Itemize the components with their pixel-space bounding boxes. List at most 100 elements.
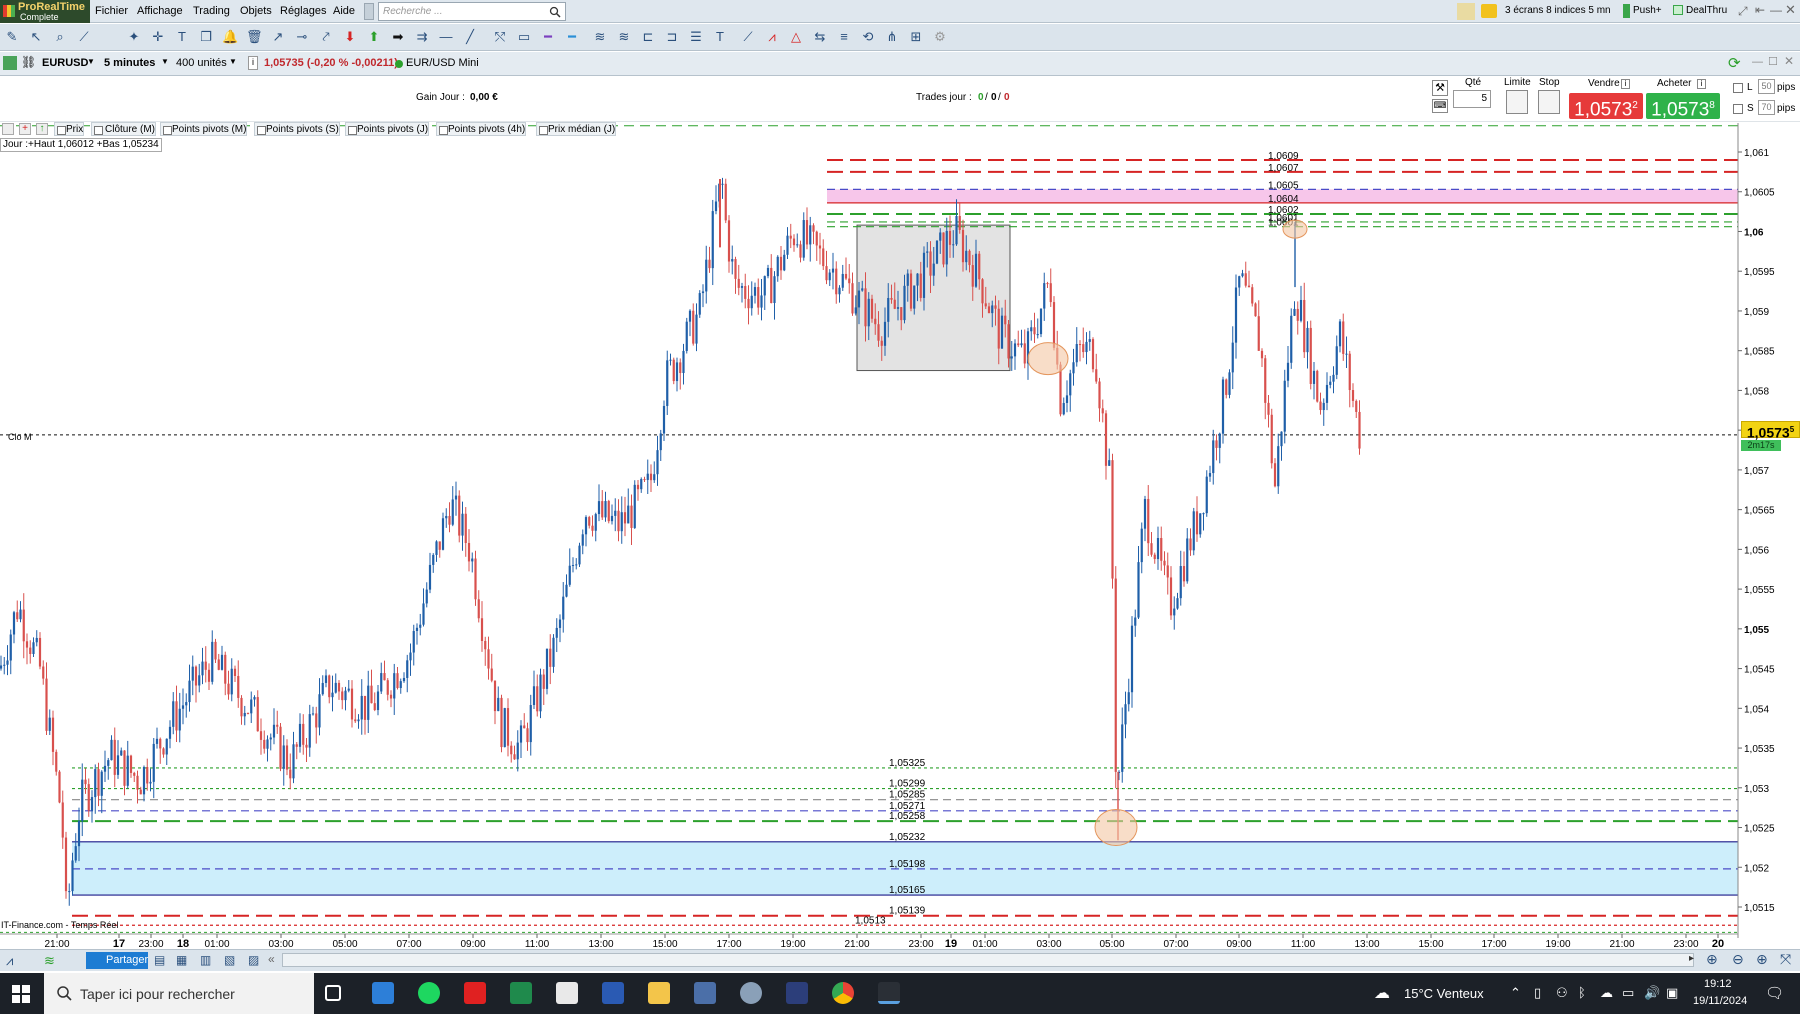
blue-line-icon[interactable]: ━ bbox=[564, 29, 580, 45]
keypad-icon[interactable]: ⌨ bbox=[1432, 99, 1448, 113]
share-button[interactable]: Partager bbox=[86, 952, 148, 969]
bell-icon[interactable]: 🔔 bbox=[222, 29, 238, 45]
qty-input[interactable]: 5 bbox=[1453, 90, 1491, 108]
legend-add-icon[interactable]: + bbox=[19, 123, 31, 135]
buy-info-icon[interactable]: i bbox=[1697, 79, 1706, 89]
restore-icon[interactable]: — bbox=[1770, 3, 1782, 17]
arrow-up-icon[interactable]: ⬆ bbox=[366, 29, 382, 45]
s-checkbox[interactable] bbox=[1733, 104, 1743, 114]
task-view-icon[interactable] bbox=[325, 985, 341, 1001]
text-icon[interactable]: T bbox=[174, 29, 190, 45]
file-explorer-icon[interactable] bbox=[648, 982, 670, 1004]
tray-chevron-icon[interactable]: ⌃ bbox=[1510, 985, 1521, 1001]
marker-high[interactable] bbox=[1282, 219, 1308, 239]
ruler-icon[interactable]: ⟋ bbox=[76, 29, 92, 45]
horizontal-scrollbar[interactable] bbox=[282, 953, 1694, 967]
indicator-cloture[interactable]: Clôture (M) bbox=[91, 122, 157, 136]
panel-minimize-icon[interactable]: — bbox=[1752, 56, 1763, 68]
explorer-window-icon[interactable] bbox=[556, 982, 578, 1004]
search-scope-icon[interactable] bbox=[364, 3, 374, 20]
grid-icon[interactable]: ▥ bbox=[200, 953, 211, 967]
textbox-icon[interactable]: T bbox=[712, 29, 728, 45]
autoscale-icon[interactable]: ⤧ bbox=[1780, 951, 1791, 968]
prorealtime-task-icon[interactable] bbox=[878, 982, 900, 1004]
pitchfork-icon[interactable]: ⋔ bbox=[884, 29, 900, 45]
sell-button[interactable]: 1,05732 bbox=[1569, 93, 1643, 120]
settings-gear-icon[interactable]: ⚙ bbox=[932, 29, 948, 45]
legend-up-icon[interactable]: ↑ bbox=[36, 123, 48, 135]
calendar-app-icon[interactable] bbox=[372, 982, 394, 1004]
word-icon[interactable] bbox=[602, 982, 624, 1004]
chart-remove-icon[interactable]: ▨ bbox=[248, 953, 259, 967]
push-button[interactable]: Push+ bbox=[1633, 5, 1662, 16]
windows-start-icon[interactable] bbox=[12, 985, 30, 1003]
bracket-icon[interactable]: ⊏ bbox=[640, 29, 656, 45]
marker-mid[interactable] bbox=[1027, 342, 1069, 376]
units-dropdown-icon[interactable]: ▼ bbox=[229, 57, 237, 66]
indicator-list-icon[interactable]: ▦ bbox=[176, 953, 187, 967]
zoom-in-icon[interactable]: ⊕ bbox=[1756, 951, 1768, 968]
symbol-selector[interactable]: EURUSD bbox=[42, 57, 88, 69]
limit-order-icon[interactable] bbox=[1506, 90, 1528, 114]
vscode-icon[interactable] bbox=[786, 982, 808, 1004]
zoom-icon[interactable]: ⌕ bbox=[52, 29, 68, 45]
abc2-icon[interactable]: ≋ bbox=[616, 29, 632, 45]
trash-icon[interactable]: 🗑 bbox=[246, 29, 263, 45]
alerts-icon[interactable] bbox=[1481, 4, 1497, 18]
tray-network-icon[interactable]: ▭ bbox=[1622, 985, 1634, 1001]
layout-icon[interactable]: ▤ bbox=[154, 953, 165, 967]
ray-icon[interactable]: ⤤ bbox=[318, 29, 334, 45]
timeframe-dropdown-icon[interactable]: ▼ bbox=[161, 57, 169, 66]
marker-low[interactable] bbox=[1094, 809, 1138, 847]
crosshair-icon[interactable]: ✛ bbox=[150, 29, 166, 45]
dealthru-button[interactable]: DealThru bbox=[1686, 5, 1727, 16]
indicator-prix-median[interactable]: Prix médian (J) bbox=[536, 122, 617, 136]
arrow-line-icon[interactable]: ↗ bbox=[270, 29, 286, 45]
cursor-icon[interactable]: ↖ bbox=[28, 29, 44, 45]
clock-time[interactable]: 19:12 bbox=[1704, 978, 1732, 990]
rect-tool-icon[interactable]: ▭ bbox=[516, 29, 532, 45]
l-checkbox[interactable] bbox=[1733, 83, 1743, 93]
taskbar-search[interactable]: Taper ici pour rechercher bbox=[44, 973, 314, 1014]
search-input[interactable]: Recherche ... bbox=[383, 6, 442, 17]
copy-icon[interactable]: ❐ bbox=[198, 29, 214, 45]
segment-icon[interactable]: ⊸ bbox=[294, 29, 310, 45]
channel-icon[interactable]: ⇉ bbox=[414, 29, 430, 45]
chart-style-icon[interactable]: ≋ bbox=[44, 953, 55, 969]
tray-cloud-icon[interactable]: ☁ bbox=[1600, 985, 1613, 1001]
menu-fichier[interactable]: Fichier bbox=[95, 5, 128, 17]
zoom-out-icon[interactable]: ⊖ bbox=[1732, 951, 1744, 968]
arrow-down-icon[interactable]: ⬇ bbox=[342, 29, 358, 45]
menu-objets[interactable]: Objets bbox=[240, 5, 272, 17]
buy-button[interactable]: 1,05738 bbox=[1646, 93, 1720, 120]
indicator-pivots-4h[interactable]: Points pivots (4h) bbox=[436, 122, 527, 136]
panel-maximize-icon[interactable]: ☐ bbox=[1768, 55, 1778, 68]
menu-reglages[interactable]: Réglages bbox=[280, 5, 326, 17]
indicator-prix[interactable]: Prix bbox=[54, 122, 85, 136]
app-bird-icon[interactable] bbox=[740, 982, 762, 1004]
taskbar-search-input[interactable]: Taper ici pour rechercher bbox=[80, 986, 235, 1002]
close-icon[interactable]: ✕ bbox=[1785, 2, 1796, 18]
search-box[interactable]: Recherche ... bbox=[378, 2, 566, 21]
tray-volume-icon[interactable]: 🔊 bbox=[1644, 985, 1660, 1001]
zigzag-icon[interactable]: ⩘ bbox=[764, 29, 780, 45]
triangle-icon[interactable]: △ bbox=[788, 29, 804, 45]
strategy-icon[interactable] bbox=[1457, 3, 1475, 20]
sell-info-icon[interactable]: i bbox=[1621, 79, 1630, 89]
stop-order-icon[interactable] bbox=[1538, 90, 1560, 114]
abc-icon[interactable]: ≋ bbox=[592, 29, 608, 45]
s-pips-input[interactable]: 70 bbox=[1758, 100, 1775, 115]
indicator-pivots-j[interactable]: Points pivots (J) bbox=[345, 122, 430, 136]
fib-ext-icon[interactable]: ≡ bbox=[836, 29, 852, 45]
panel-close-icon[interactable]: ✕ bbox=[1784, 54, 1794, 68]
tray-usb-icon[interactable]: ▯ bbox=[1534, 985, 1541, 1001]
purple-line-icon[interactable]: ━ bbox=[540, 29, 556, 45]
menu-affichage[interactable]: Affichage bbox=[137, 5, 183, 17]
info-icon[interactable]: i bbox=[248, 56, 258, 70]
workspace-selector[interactable]: 3 écrans 8 indices 5 mn bbox=[1505, 5, 1611, 16]
regression-icon[interactable]: ⊞ bbox=[908, 29, 924, 45]
legend-eye-icon[interactable] bbox=[2, 123, 14, 135]
pencil-icon[interactable]: ✎ bbox=[4, 29, 20, 45]
indicator-pivots-m[interactable]: Points pivots (M) bbox=[160, 122, 248, 136]
strategy-toggle-icon[interactable]: ⩘ bbox=[6, 953, 13, 969]
